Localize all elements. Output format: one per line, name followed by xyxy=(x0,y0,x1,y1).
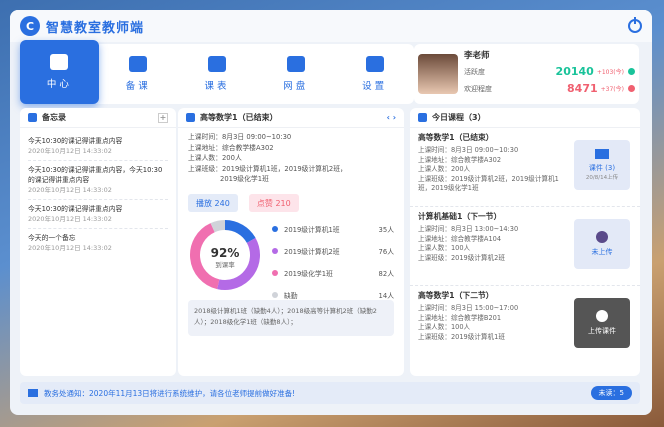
monitor-icon xyxy=(365,56,384,72)
upload-icon xyxy=(596,310,608,322)
course-item[interactable]: 高等数学1（下二节） 上课时间：8月3日 15:00~17:00 上课地址：综合教… xyxy=(410,286,640,365)
notice-icon xyxy=(28,389,38,397)
current-course-panel: 高等数学1（已结束） ‹ › 上课时间：8月3日 09:00~10:30 上课地址：… xyxy=(178,108,404,376)
add-memo-button[interactable]: + xyxy=(158,112,168,123)
courseware-button[interactable]: 课件 (3) 20/8/14上传 xyxy=(574,140,630,190)
donut-slice xyxy=(224,220,256,244)
up-arrow-icon xyxy=(628,85,635,92)
rate-label: 到课率 xyxy=(215,260,235,269)
calendar-icon xyxy=(186,113,195,122)
grid-icon xyxy=(50,54,69,70)
memo-item[interactable]: 今天10:30的课记得讲重点内容 2020年10月12日 14:33:02 xyxy=(28,132,168,161)
play-button[interactable]: 播放 240 xyxy=(188,194,238,212)
prev-next-arrows[interactable]: ‹ › xyxy=(387,113,396,122)
folder-icon xyxy=(595,149,609,159)
app-logo-icon: C xyxy=(20,16,40,36)
power-icon[interactable] xyxy=(628,17,642,33)
rate-value: 92% xyxy=(211,246,240,260)
memo-icon xyxy=(28,113,37,122)
profile-card: 李老师 活跃度 20140 +103(今) 欢迎程度 8471 +37(今) xyxy=(414,44,639,104)
avatar[interactable] xyxy=(418,54,458,94)
book-icon xyxy=(129,56,148,72)
app-title: 智慧教室教师端 xyxy=(46,20,145,36)
like-button[interactable]: 点赞 210 xyxy=(248,194,299,212)
app-window: C 智慧教室教师端 中心 备课 课表 网盘 设置 李老师 活跃度 20140 +10… xyxy=(10,10,652,415)
calendar-icon xyxy=(207,56,226,72)
memo-item[interactable]: 今天的一个备忘 2020年10月12日 14:33:02 xyxy=(28,229,168,257)
calendar-icon xyxy=(418,113,427,122)
course-item[interactable]: 计算机基础1（下一节） 上课时间：8月3日 13:00~14:30 上课地址：综合… xyxy=(410,207,640,286)
alert-icon xyxy=(596,231,608,243)
course-item[interactable]: 高等数学1（已结束） 上课时间：8月3日 09:00~10:30 上课地址：综合教… xyxy=(410,128,640,207)
nav-center[interactable]: 中心 xyxy=(20,40,99,104)
nav-disk[interactable]: 网盘 xyxy=(256,44,335,104)
not-uploaded-button[interactable]: 未上传 xyxy=(574,219,630,269)
nav-settings[interactable]: 设置 xyxy=(335,44,414,104)
up-arrow-icon xyxy=(628,68,635,75)
teacher-name: 李老师 xyxy=(464,51,490,61)
donut-slice xyxy=(210,220,226,233)
memo-item[interactable]: 今天10:30的课记得讲重点内容 2020年10月12日 14:33:02 xyxy=(28,200,168,229)
attendance-donut: 92%到课率 xyxy=(190,220,260,290)
nav-prepare[interactable]: 备课 xyxy=(99,44,178,104)
unread-button[interactable]: 未读：5 xyxy=(590,386,632,400)
disk-icon xyxy=(286,56,305,72)
absence-note: 2018级计算机1班（缺勤4人）；2018级高等计算机2班（缺勤2人）；2018… xyxy=(188,300,394,336)
memo-item[interactable]: 今天10:30的课记得讲重点内容，今天10:30的课记得讲重点内容 2020年10… xyxy=(28,161,168,200)
memo-panel: 备忘录 + 今天10:30的课记得讲重点内容 2020年10月12日 14:33:0… xyxy=(20,108,176,376)
main-nav: 中心 备课 课表 网盘 设置 xyxy=(20,40,414,104)
upload-courseware-button[interactable]: 上传课件 xyxy=(574,298,630,348)
title-bar: C 智慧教室教师端 xyxy=(10,10,652,42)
notice-bar: 教务处通知：2020年11月13日将进行系统维护，请各位老师提前做好准备! 未读… xyxy=(20,382,640,404)
today-courses-panel: 今日课程（3） 高等数学1（已结束） 上课时间：8月3日 09:00~10:30… xyxy=(410,108,640,376)
nav-schedule[interactable]: 课表 xyxy=(178,44,257,104)
